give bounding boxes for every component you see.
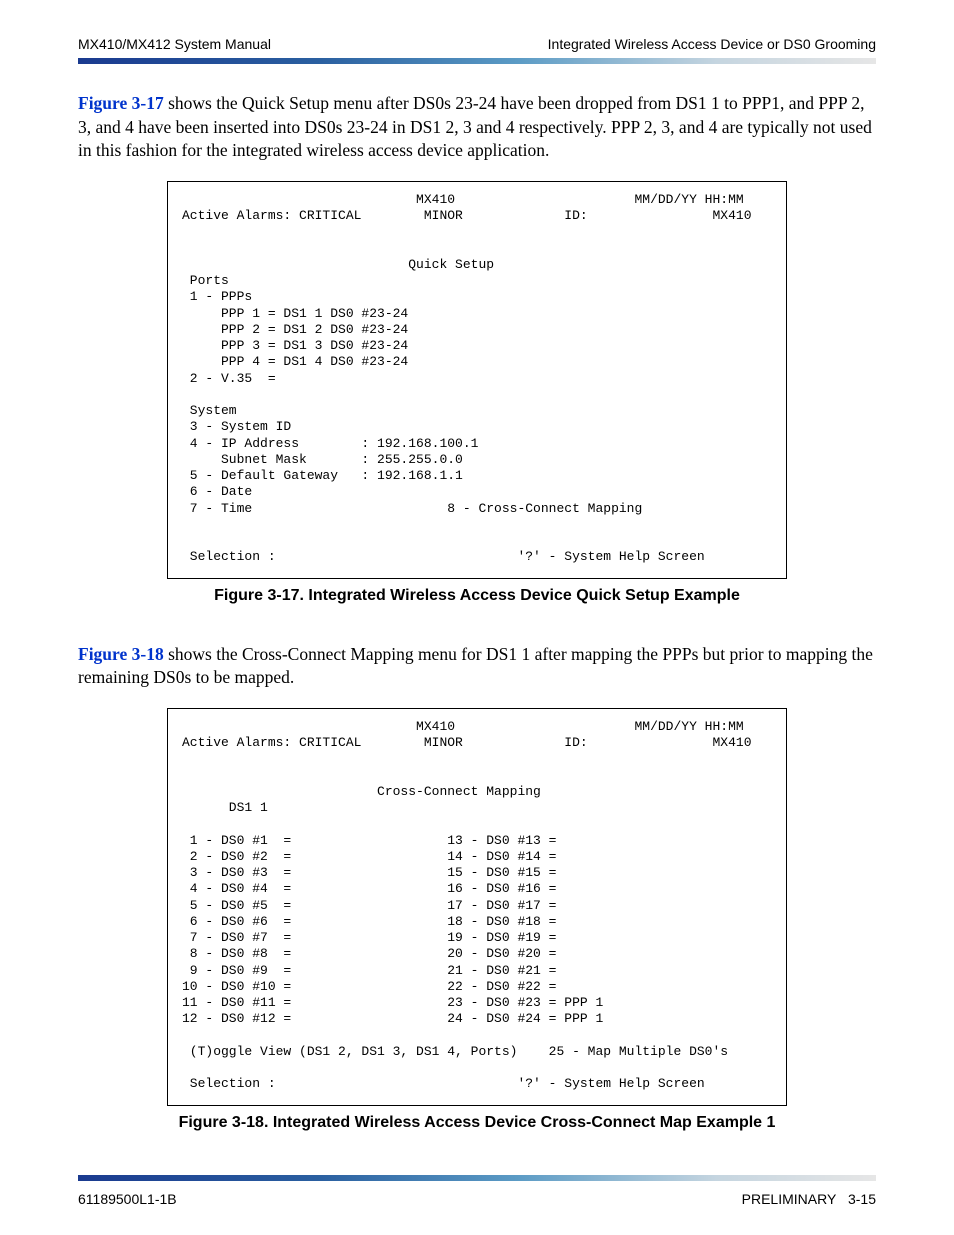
figure-caption-3-17: Figure 3-17. Integrated Wireless Access … (78, 587, 876, 605)
figure-caption-3-18: Figure 3-18. Integrated Wireless Access … (78, 1114, 876, 1132)
footer-rule (78, 1175, 876, 1181)
footer-docnum: 61189500L1-1B (78, 1191, 177, 1207)
paragraph-2-text: shows the Cross-Connect Mapping menu for… (78, 644, 873, 688)
figure-ref-3-18: Figure 3-18 (78, 644, 164, 664)
footer-page-number: 3-15 (848, 1191, 876, 1207)
header-right: Integrated Wireless Access Device or DS0… (548, 36, 876, 52)
header-left: MX410/MX412 System Manual (78, 36, 271, 52)
page-header: MX410/MX412 System Manual Integrated Wir… (78, 36, 876, 52)
paragraph-1-text: shows the Quick Setup menu after DS0s 23… (78, 93, 872, 160)
terminal-quick-setup: MX410 MM/DD/YY HH:MM Active Alarms: CRIT… (167, 181, 787, 579)
paragraph-1: Figure 3-17 shows the Quick Setup menu a… (78, 92, 876, 163)
page-footer: 61189500L1-1B PRELIMINARY 3-15 (78, 1175, 876, 1207)
figure-ref-3-17: Figure 3-17 (78, 93, 164, 113)
header-rule (78, 58, 876, 64)
footer-preliminary: PRELIMINARY (742, 1191, 837, 1207)
paragraph-2: Figure 3-18 shows the Cross-Connect Mapp… (78, 643, 876, 690)
terminal-cross-connect: MX410 MM/DD/YY HH:MM Active Alarms: CRIT… (167, 708, 787, 1106)
footer-right: PRELIMINARY 3-15 (742, 1191, 876, 1207)
